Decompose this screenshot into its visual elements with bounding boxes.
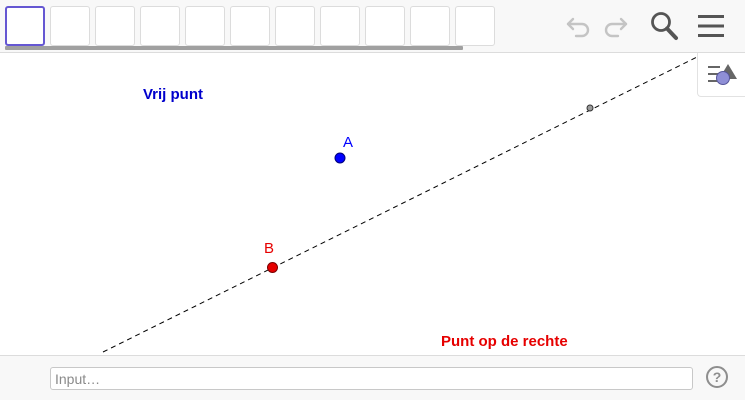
style-bar-icon (707, 63, 737, 85)
tool-button[interactable] (320, 6, 360, 46)
tool-button[interactable] (50, 6, 90, 46)
algebra-input[interactable] (50, 367, 693, 390)
menu-icon (698, 15, 724, 37)
defining-point[interactable] (586, 104, 594, 112)
style-bar-toggle-button[interactable] (697, 53, 745, 97)
tool-button[interactable] (185, 6, 225, 46)
tool-button[interactable] (95, 6, 135, 46)
search-button[interactable] (647, 10, 681, 42)
tool-button[interactable] (410, 6, 450, 46)
tool-move-button[interactable] (5, 6, 45, 46)
point-a[interactable] (334, 152, 346, 164)
main-menu-button[interactable] (694, 10, 728, 42)
point-b[interactable] (267, 262, 278, 273)
point-a-label: A (343, 134, 354, 151)
toolbar-scrollbar[interactable] (5, 46, 463, 50)
redo-icon (604, 17, 628, 38)
free-point-caption: Vrij punt (143, 86, 203, 103)
search-icon (651, 12, 678, 40)
tool-button[interactable] (365, 6, 405, 46)
help-icon[interactable]: ? (706, 366, 728, 388)
graphics-canvas[interactable] (0, 53, 745, 355)
redo-button[interactable] (598, 10, 632, 42)
tool-button[interactable] (275, 6, 315, 46)
undo-icon (566, 17, 590, 38)
graphics-view[interactable]: Vrij punt Punt op de rechte A B (0, 53, 745, 355)
point-b-label: B (264, 240, 275, 257)
tool-button[interactable] (140, 6, 180, 46)
geogebra-app: Vrij punt Punt op de rechte A B ? (0, 0, 745, 400)
algebra-input-bar (0, 355, 745, 400)
tool-button[interactable] (455, 6, 495, 46)
undo-button[interactable] (562, 10, 596, 42)
line-point-caption: Punt op de rechte (441, 333, 568, 350)
tool-button[interactable] (230, 6, 270, 46)
toolbar (0, 0, 745, 53)
